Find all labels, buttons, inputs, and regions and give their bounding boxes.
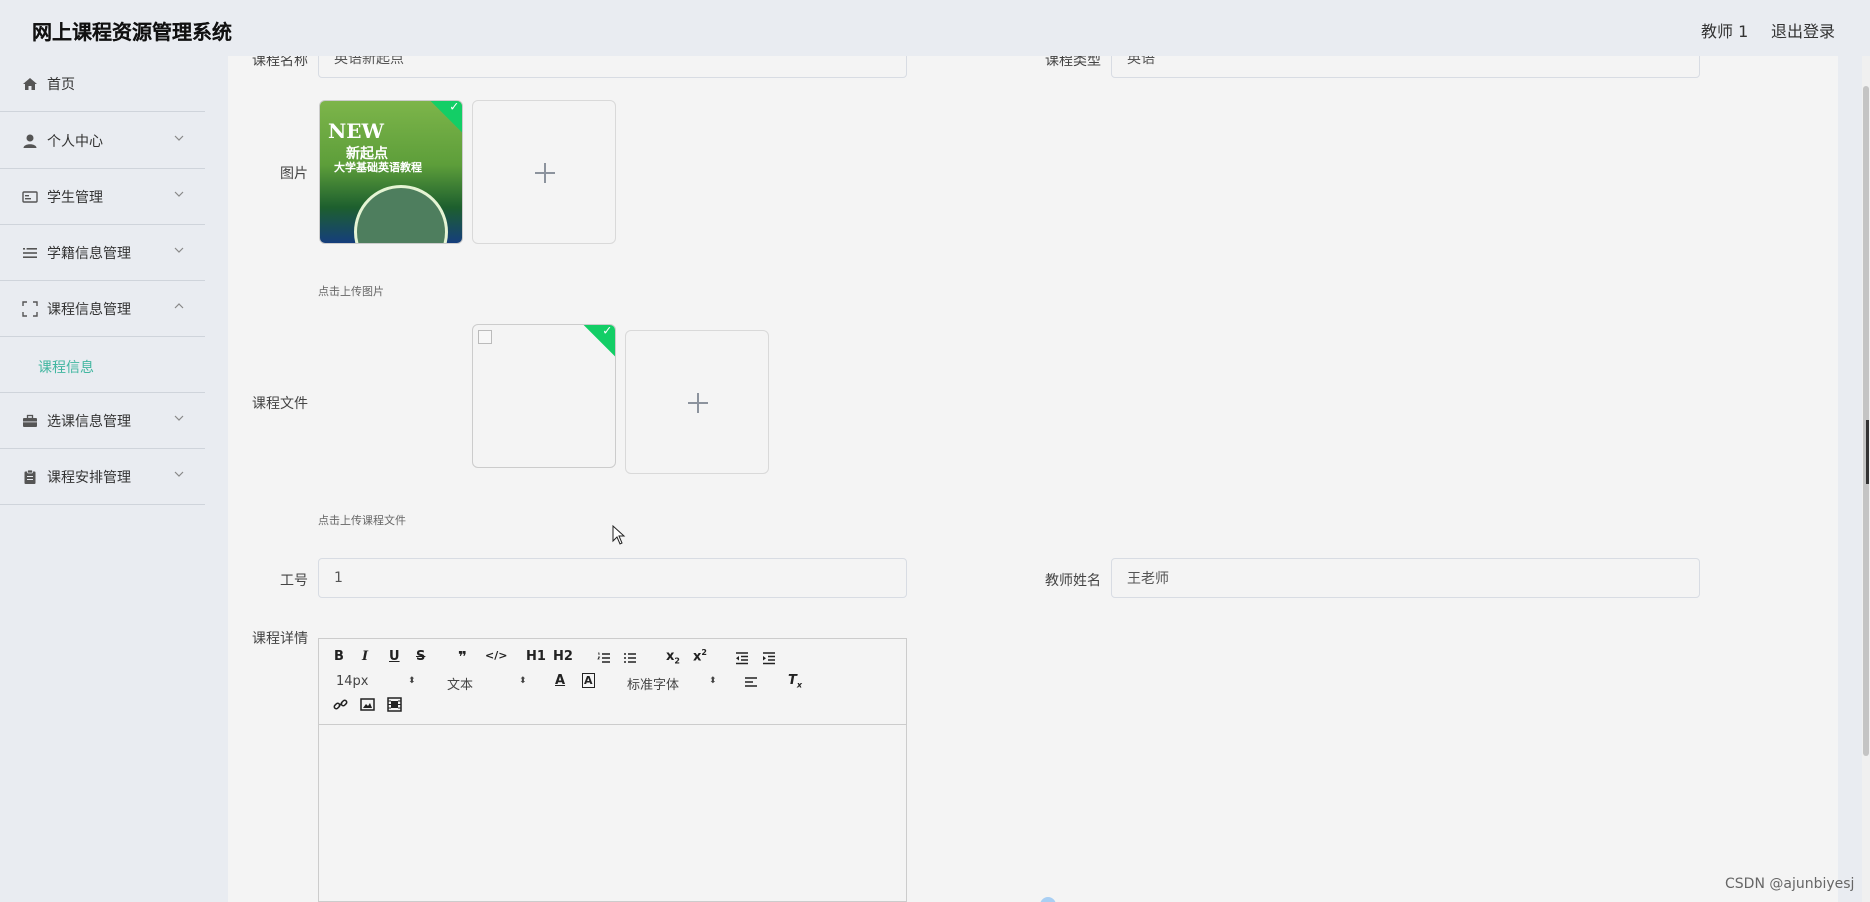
broken-image-icon (478, 330, 492, 344)
chevron-down-icon (174, 247, 184, 253)
sidebar-item-label: 个人中心 (47, 134, 103, 150)
course-detail-label: 课程详情 (252, 631, 308, 647)
sidebar-item-profile[interactable]: 个人中心 (0, 113, 205, 169)
user-icon (23, 134, 37, 148)
file-upload-button[interactable] (625, 330, 769, 474)
check-icon: ✓ (449, 100, 460, 114)
select-arrows-icon: ⬍ (519, 676, 527, 686)
sidebar-item-label: 课程安排管理 (47, 470, 131, 486)
editor-toolbar: B I U S ❞ </> H1 H2 x2 x2 14px ⬍ 文本 ⬍ A … (319, 639, 906, 725)
sidebar-item-students[interactable]: 学生管理 (0, 169, 205, 225)
fullscreen-icon (22, 301, 38, 317)
course-cover-image[interactable]: NEW 新起点 大学基础英语教程 ✓ (319, 100, 463, 244)
chevron-down-icon (174, 135, 184, 141)
chevron-up-icon (174, 303, 184, 309)
current-user-overlay: 教师 1 (1701, 22, 1749, 41)
job-no-label: 工号 (280, 573, 308, 589)
mouse-cursor-icon (612, 525, 626, 545)
sidebar-item-course-selection[interactable]: 选课信息管理 (0, 393, 205, 449)
strike-button[interactable]: S (416, 649, 425, 664)
teacher-name-label: 教师姓名 (1045, 573, 1101, 589)
indent-icon[interactable] (762, 651, 776, 665)
bold-button[interactable]: B (334, 649, 344, 664)
subscript-button[interactable]: x2 (666, 649, 680, 666)
font-family-select[interactable]: 标准字体 ⬍ (627, 674, 719, 693)
clipboard-icon (24, 469, 36, 484)
h2-button[interactable]: H2 (553, 649, 573, 664)
sidebar-item-label: 课程信息管理 (47, 302, 131, 318)
sidebar-subitem-course-info[interactable]: 课程信息 (0, 337, 205, 393)
link-icon[interactable] (333, 697, 348, 712)
clear-format-icon[interactable]: Tx (788, 673, 802, 690)
image-upload-button[interactable] (472, 100, 616, 244)
select-arrows-icon: ⬍ (408, 676, 416, 686)
blockquote-icon[interactable]: ❞ (458, 648, 467, 666)
cover-subtitle: 大学基础英语教程 (334, 161, 422, 174)
course-file-label: 课程文件 (252, 396, 308, 412)
sidebar-subitem-label[interactable]: 课程信息 (38, 357, 94, 377)
upload-success-badge: ✓ (581, 324, 615, 358)
check-icon: ✓ (602, 324, 613, 338)
chevron-down-icon (174, 471, 184, 477)
sidebar: 首页 个人中心 学生管理 学籍信息管理 课程信息管理 课程信息 选课信息管理 课… (0, 56, 205, 902)
rich-text-editor: B I U S ❞ </> H1 H2 x2 x2 14px ⬍ 文本 ⬍ A … (318, 638, 907, 902)
logout-link-overlay[interactable]: 退出登录 (1771, 18, 1835, 42)
image-icon[interactable] (360, 697, 375, 712)
sidebar-item-label: 首页 (47, 77, 75, 93)
header-select[interactable]: 文本 ⬍ (447, 674, 529, 693)
align-left-icon[interactable] (744, 675, 758, 689)
image-label: 图片 (280, 166, 308, 182)
font-size-select[interactable]: 14px ⬍ (336, 674, 418, 689)
teacher-name-field[interactable] (1111, 558, 1700, 598)
header-mask (228, 0, 1862, 56)
italic-button[interactable]: I (362, 649, 368, 664)
bullet-list-icon[interactable] (623, 651, 637, 665)
chevron-down-icon (174, 415, 184, 421)
background-color-icon[interactable]: A (582, 673, 595, 688)
sidebar-item-course-info[interactable]: 课程信息管理 (0, 281, 205, 337)
list-icon (23, 248, 37, 258)
image-upload-hint: 点击上传图片 (318, 285, 384, 298)
sidebar-item-enrollment[interactable]: 学籍信息管理 (0, 225, 205, 281)
code-icon[interactable]: </> (485, 649, 507, 662)
ordered-list-icon[interactable] (597, 651, 611, 665)
editor-content-area[interactable] (319, 726, 906, 901)
cover-photo (354, 185, 448, 243)
scrollbar-marker (1866, 420, 1869, 484)
select-arrows-icon: ⬍ (709, 676, 717, 686)
job-no-input[interactable] (319, 559, 906, 597)
teacher-name-input[interactable] (1112, 559, 1699, 597)
sidebar-item-label: 学籍信息管理 (47, 246, 131, 262)
job-no-field[interactable] (318, 558, 907, 598)
upload-success-badge: ✓ (428, 100, 462, 134)
underline-button[interactable]: U (389, 649, 400, 664)
cover-title-en: NEW (328, 119, 384, 143)
course-file-preview[interactable]: ✓ (472, 324, 616, 468)
sidebar-item-course-schedule[interactable]: 课程安排管理 (0, 449, 205, 505)
plus-icon (688, 393, 708, 413)
chevron-down-icon (174, 191, 184, 197)
plus-icon (535, 163, 555, 183)
home-icon (23, 78, 37, 90)
header-value: 文本 (447, 678, 474, 693)
video-icon[interactable] (387, 697, 402, 712)
outdent-icon[interactable] (735, 651, 749, 665)
watermark: CSDN @ajunbiyesj (1725, 876, 1855, 892)
sidebar-item-home[interactable]: 首页 (0, 56, 205, 112)
sidebar-item-label: 选课信息管理 (47, 414, 131, 430)
briefcase-icon (23, 414, 37, 427)
font-size-value: 14px (336, 674, 369, 689)
font-color-icon[interactable]: A (555, 673, 565, 688)
app-title-overlay: 网上课程资源管理系统 (32, 20, 232, 44)
id-card-icon (22, 191, 38, 203)
sidebar-item-label: 学生管理 (47, 190, 103, 206)
superscript-button[interactable]: x2 (693, 648, 707, 664)
h1-button[interactable]: H1 (526, 649, 546, 664)
font-family-value: 标准字体 (627, 678, 680, 693)
file-upload-hint: 点击上传课程文件 (318, 514, 406, 527)
